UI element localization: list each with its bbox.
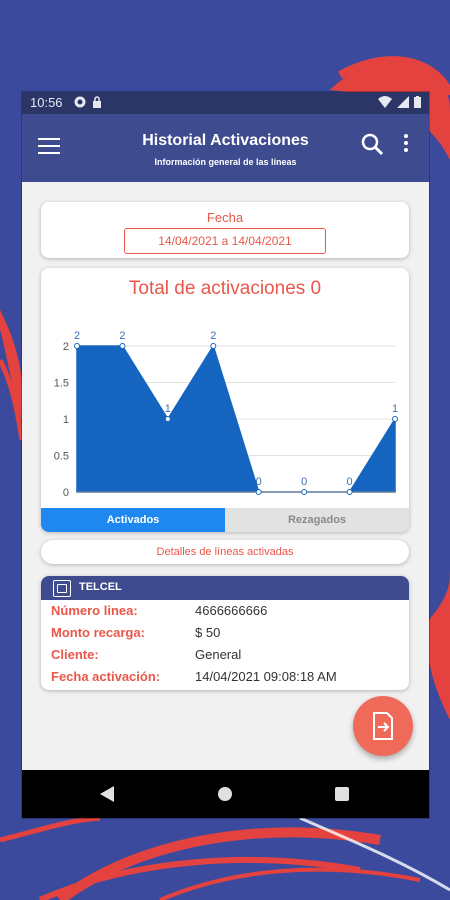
date-filter-label: Fecha — [206, 210, 244, 225]
line-number-label: Número linea: — [51, 603, 138, 618]
y-tick-label: 0 — [63, 487, 69, 499]
details-activated-lines-button[interactable]: Detalles de líneas activadas — [41, 540, 409, 564]
phone-screen: 10:56 Historial Activaciones Información… — [22, 92, 429, 818]
client-label: Cliente: — [51, 647, 99, 662]
data-label: 2 — [210, 330, 216, 342]
line-card[interactable]: TELCEL Número linea: 4666666666 Monto re… — [41, 576, 409, 690]
data-point — [392, 416, 398, 422]
page-subtitle: Información general de las líneas — [154, 157, 297, 167]
data-label: 2 — [74, 330, 80, 342]
system-nav-bar — [22, 770, 429, 818]
line-row: Fecha activación: 14/04/2021 09:08:18 AM — [51, 669, 401, 689]
data-label: 0 — [256, 476, 262, 488]
line-number-value: 4666666666 — [195, 603, 268, 618]
line-row: Número linea: 4666666666 — [51, 603, 401, 623]
recent-apps-icon[interactable] — [335, 787, 349, 801]
client-value: General — [195, 647, 242, 662]
tab-rezagados[interactable]: Rezagados — [225, 508, 409, 532]
date-range-field[interactable]: 14/04/2021 a 14/04/2021 — [124, 228, 326, 254]
battery-icon — [414, 96, 421, 108]
line-row: Cliente: General — [51, 647, 401, 667]
home-icon[interactable] — [218, 787, 232, 801]
data-point — [210, 343, 217, 349]
chart-title: Total de activaciones 0 — [128, 278, 322, 299]
more-vert-icon[interactable] — [402, 134, 410, 156]
data-label: 0 — [301, 476, 307, 488]
status-time: 10:56 — [30, 95, 63, 110]
data-label: 1 — [392, 403, 398, 415]
y-tick-label: 1.5 — [54, 378, 69, 390]
y-tick-label: 1 — [63, 414, 69, 426]
wifi-icon — [378, 96, 392, 108]
data-point — [164, 416, 171, 422]
recharge-amount-label: Monto recarga: — [51, 625, 145, 640]
data-point — [301, 489, 308, 495]
data-point — [255, 489, 262, 495]
export-file-icon — [373, 712, 393, 740]
line-card-header: TELCEL — [41, 576, 409, 600]
status-bar: 10:56 — [22, 92, 429, 114]
carrier-name: TELCEL — [79, 581, 122, 593]
data-label: 2 — [119, 330, 125, 342]
activation-date-value: 14/04/2021 09:08:18 AM — [195, 669, 337, 684]
data-point — [74, 343, 80, 349]
status-system-icons — [378, 96, 421, 108]
tab-activados[interactable]: Activados — [41, 508, 225, 532]
status-notification-icons — [74, 96, 102, 108]
activations-area-chart: 00.511.522 2120 0 01 — [54, 330, 398, 499]
chart-tabs: Activados Rezagados — [41, 508, 409, 532]
lock-icon — [93, 96, 101, 108]
back-icon[interactable] — [100, 786, 114, 802]
y-tick-label: 0.5 — [54, 451, 69, 463]
y-tick-label: 2 — [63, 341, 69, 353]
data-label: 1 — [165, 403, 171, 415]
line-row: Monto recarga: $ 50 — [51, 625, 401, 645]
date-filter-card: Fecha 14/04/2021 a 14/04/2021 — [41, 202, 409, 258]
data-point — [119, 343, 126, 349]
search-icon[interactable] — [360, 132, 384, 156]
activation-date-label: Fecha activación: — [51, 669, 161, 684]
activations-chart-card: Total de activaciones 0 0 0.5 1 1.5 2 2 2 1 2 0 0 0… — [41, 268, 409, 532]
signal-icon — [397, 96, 409, 108]
data-label: 0 — [347, 476, 353, 488]
export-file-button[interactable] — [353, 696, 413, 756]
data-point — [346, 489, 353, 495]
sim-card-icon — [53, 580, 71, 597]
recharge-amount-value: $ 50 — [195, 625, 221, 640]
notification-icon — [74, 96, 86, 108]
app-bar: Historial Activaciones Información gener… — [22, 114, 429, 182]
